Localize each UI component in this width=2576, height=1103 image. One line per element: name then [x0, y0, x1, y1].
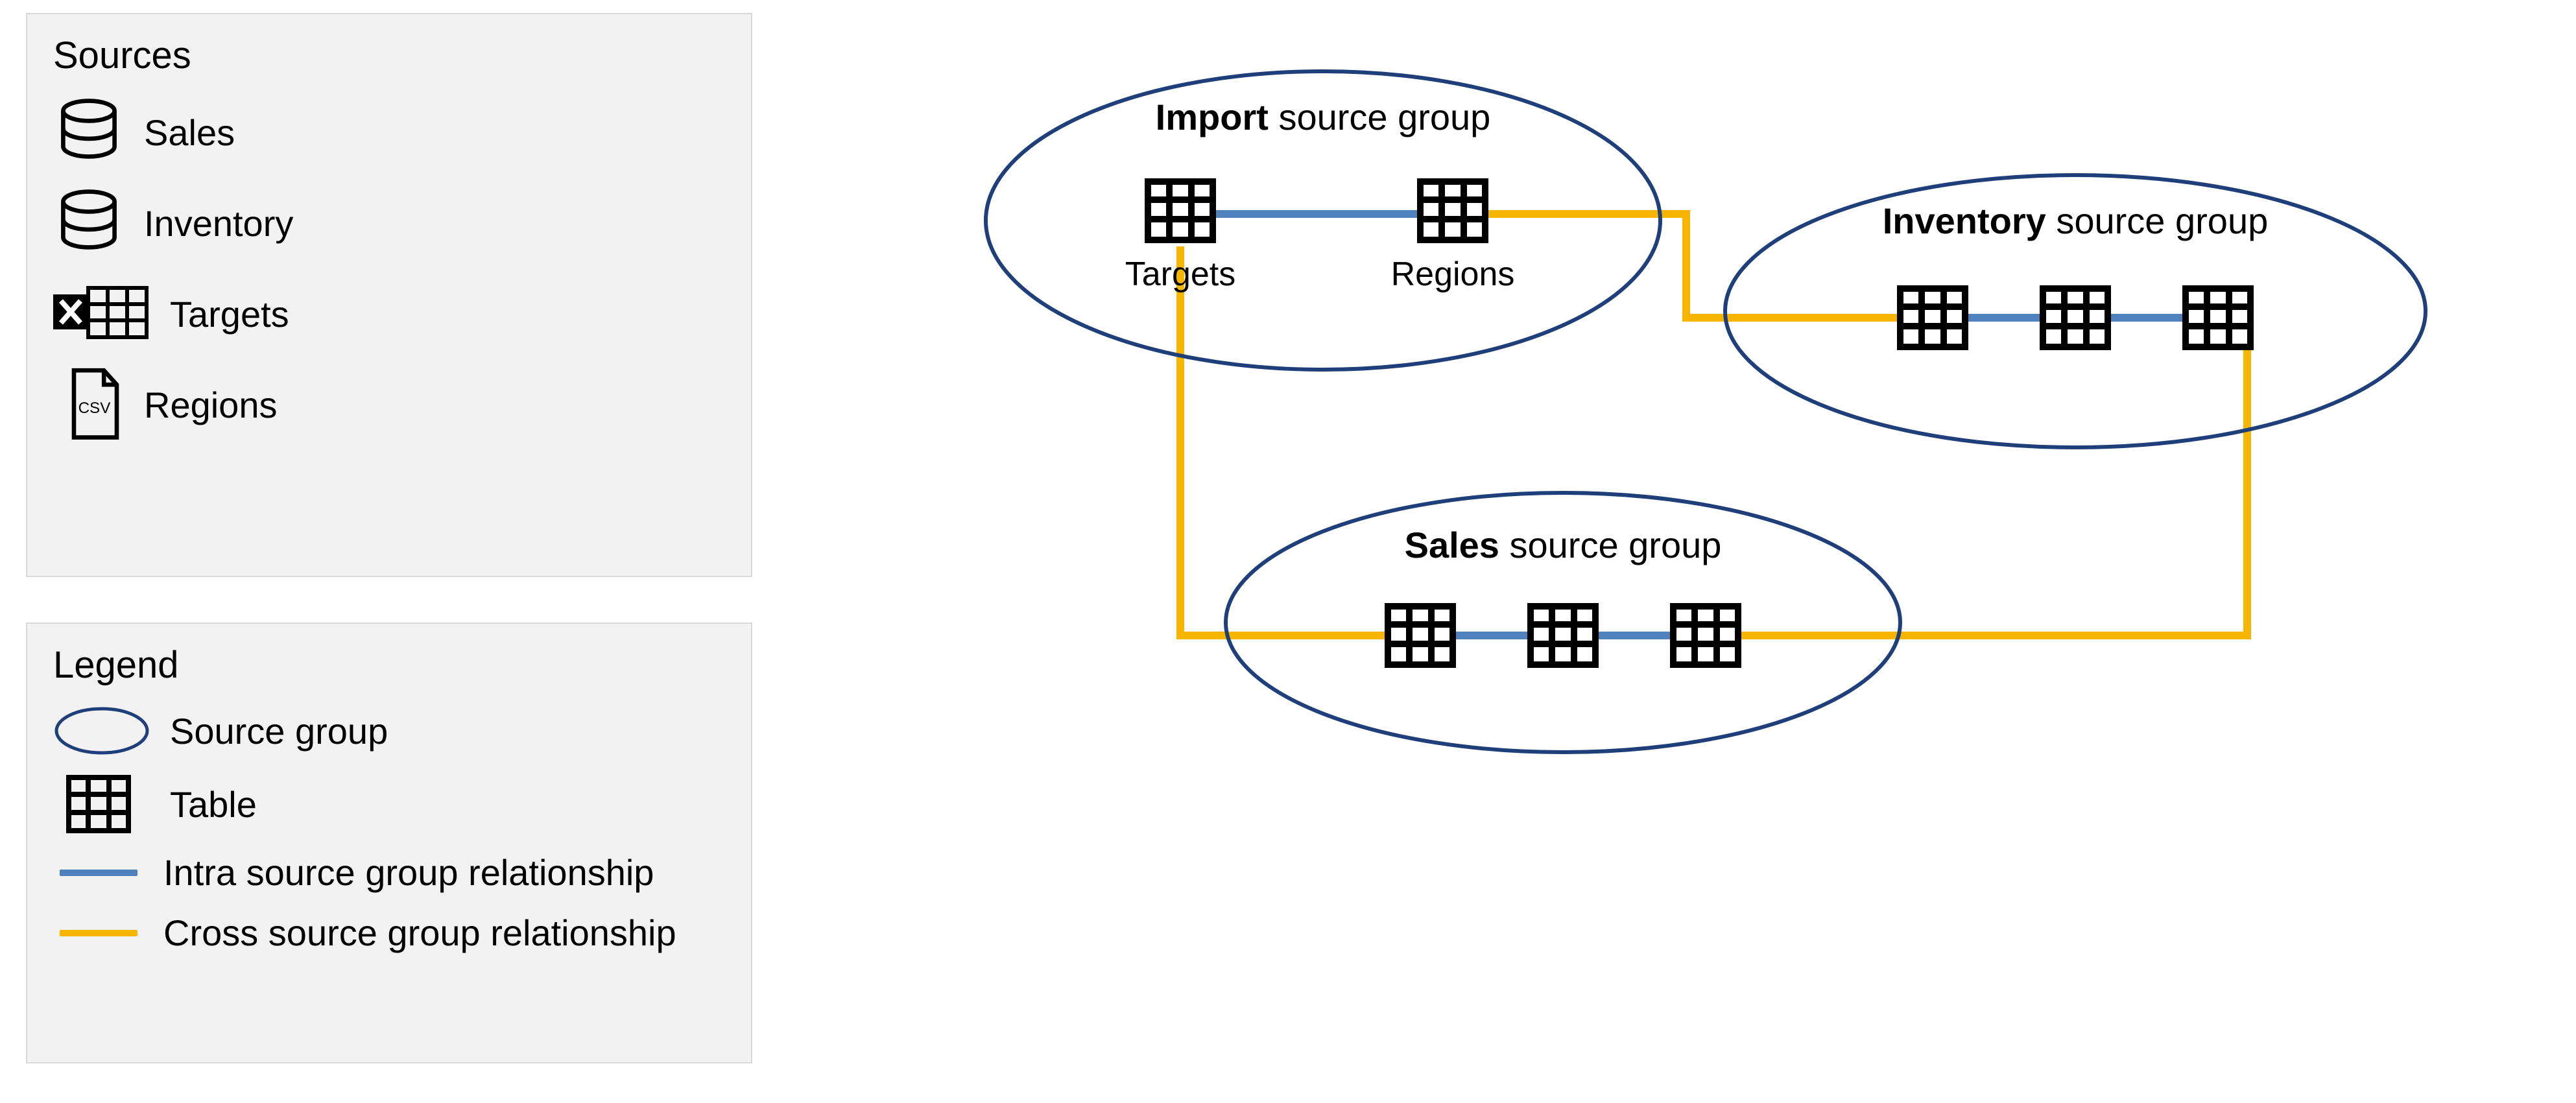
- table-label-regions: Regions: [1391, 255, 1515, 293]
- source-label: Inventory: [144, 202, 293, 244]
- table-icon: [2186, 289, 2250, 347]
- import-group-title: Import source group: [1156, 97, 1491, 137]
- legend-row-table: Table: [53, 775, 725, 833]
- legend-panel: Legend Source group Table Intra source g…: [26, 623, 752, 1063]
- database-icon: [53, 187, 125, 259]
- cross-line-icon: [53, 930, 144, 936]
- sources-panel-title: Sources: [53, 34, 725, 77]
- legend-label: Source group: [170, 710, 388, 752]
- source-row-regions: CSV Regions: [53, 369, 725, 440]
- intra-line-icon: [53, 870, 144, 876]
- table-icon: [1673, 606, 1738, 665]
- source-row-inventory: Inventory: [53, 187, 725, 259]
- database-icon: [53, 97, 125, 168]
- legend-label: Intra source group relationship: [163, 851, 654, 894]
- table-icon: [1388, 606, 1453, 665]
- source-row-sales: Sales: [53, 97, 725, 168]
- source-group-diagram: Import source group Targets Regions Inve…: [908, 52, 2529, 765]
- legend-label: Table: [170, 783, 257, 825]
- source-row-targets: Targets: [53, 278, 725, 350]
- cross-relationship-inventory-sales: [1738, 350, 2247, 635]
- source-label: Sales: [144, 112, 235, 154]
- table-icon: [1900, 289, 1965, 347]
- source-label: Regions: [144, 384, 277, 426]
- table-icon: [1420, 182, 1485, 240]
- ellipse-icon: [53, 705, 150, 757]
- sales-group-title: Sales source group: [1405, 525, 1722, 565]
- legend-row-source-group: Source group: [53, 705, 725, 757]
- cross-relationship-regions-inventory: [1453, 214, 1900, 318]
- legend-row-cross: Cross source group relationship: [53, 912, 725, 954]
- excel-icon: [53, 278, 150, 350]
- legend-label: Cross source group relationship: [163, 912, 676, 954]
- sources-panel: Sources Sales Inventory: [26, 13, 752, 577]
- csv-file-icon: CSV: [53, 369, 125, 440]
- legend-row-intra: Intra source group relationship: [53, 851, 725, 894]
- svg-text:CSV: CSV: [78, 399, 112, 417]
- inventory-group-title: Inventory source group: [1883, 200, 2269, 241]
- table-icon: [1531, 606, 1595, 665]
- cross-relationship-targets-sales: [1180, 246, 1388, 635]
- table-label-targets: Targets: [1125, 255, 1236, 293]
- table-icon: [1148, 182, 1213, 240]
- table-icon: [2043, 289, 2108, 347]
- source-label: Targets: [170, 293, 289, 335]
- legend-panel-title: Legend: [53, 643, 725, 687]
- table-icon: [53, 775, 150, 833]
